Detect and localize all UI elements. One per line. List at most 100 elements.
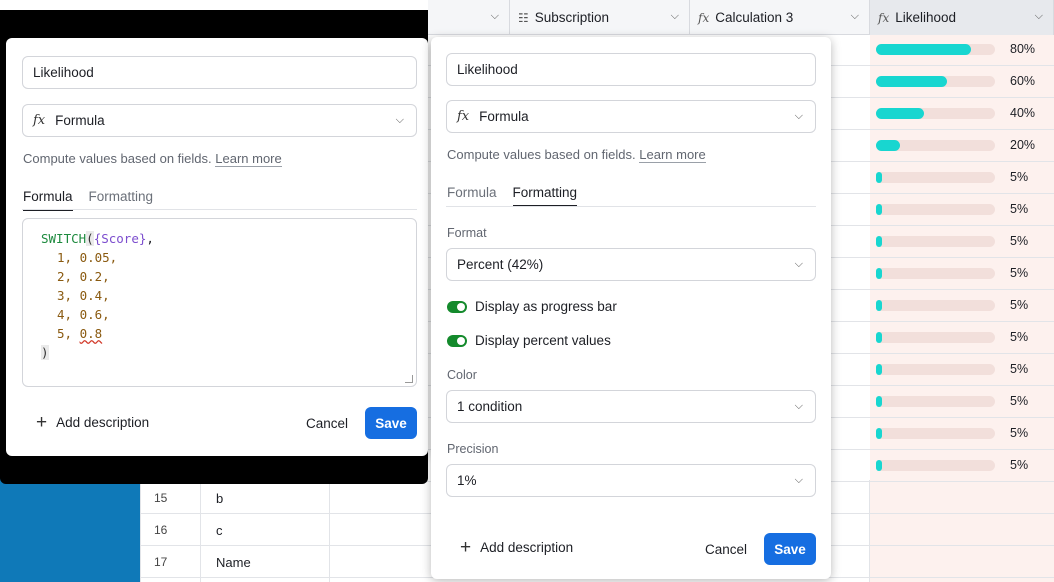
progress-percent-label: 5% <box>1010 330 1029 344</box>
fx-icon: fx <box>878 10 890 25</box>
likelihood-cell[interactable]: 5% <box>876 232 1046 252</box>
progress-bar-track <box>876 172 995 183</box>
row-number: 17 <box>154 555 168 569</box>
save-button[interactable]: Save <box>365 407 417 439</box>
column-header-label: Subscription <box>534 10 610 25</box>
progress-bar-fill <box>876 140 900 151</box>
save-button[interactable]: Save <box>764 533 816 565</box>
progress-percent-label: 20% <box>1010 138 1036 152</box>
add-description-label: Add description <box>480 540 574 555</box>
likelihood-cell[interactable]: 5% <box>876 264 1046 284</box>
progress-bar-fill <box>876 236 882 247</box>
progress-bar-fill <box>876 44 971 55</box>
column-divider <box>329 480 330 582</box>
precision-value: 1% <box>457 473 477 488</box>
progress-percent-label: 5% <box>1010 362 1029 376</box>
column-header-label: Calculation 3 <box>715 10 794 25</box>
cancel-button[interactable]: Cancel <box>705 542 747 557</box>
progress-bar-track <box>876 332 995 343</box>
progress-percent-label: 5% <box>1010 266 1029 280</box>
color-select[interactable]: 1 condition ⌵ <box>446 390 816 423</box>
likelihood-cell[interactable]: 5% <box>876 456 1046 476</box>
progress-percent-label: 5% <box>1010 170 1029 184</box>
helper-text: Compute values based on fields. Learn mo… <box>23 151 282 167</box>
code-line: 1, 0.05, <box>57 250 118 265</box>
list-icon: ☷ <box>518 10 529 25</box>
formula-editor[interactable]: SWITCH({Score}, 1, 0.05, 2, 0.2, 3, 0.4,… <box>22 218 417 387</box>
column-header-calculation-3[interactable]: fx Calculation 3 ⌵ <box>690 0 870 35</box>
add-description-button[interactable]: + Add description <box>460 538 573 557</box>
likelihood-cell[interactable]: 5% <box>876 424 1046 444</box>
tab-formatting[interactable]: Formatting <box>512 185 578 207</box>
likelihood-cell[interactable]: 5% <box>876 296 1046 316</box>
progress-bar-track <box>876 108 995 119</box>
learn-more-link[interactable]: Learn more <box>215 151 282 167</box>
progress-bar-track <box>876 300 995 311</box>
progress-bar-track <box>876 396 995 407</box>
progress-bar-fill <box>876 332 882 343</box>
progress-bar-track <box>876 236 995 247</box>
tab-divider <box>446 206 816 207</box>
field-name-value: Likelihood <box>457 62 518 77</box>
progress-percent-label: 5% <box>1010 458 1029 472</box>
chevron-down-icon: ⌵ <box>395 114 404 126</box>
progress-bar-fill <box>876 172 882 183</box>
percent-values-toggle-row: Display percent values <box>447 333 611 348</box>
tab-formula[interactable]: Formula <box>447 185 497 207</box>
code-line: 4, 0.6, <box>57 307 110 322</box>
column-divider <box>869 480 870 582</box>
progress-bar-fill <box>876 76 947 87</box>
learn-more-link[interactable]: Learn more <box>639 147 706 163</box>
chevron-down-icon[interactable]: ⌵ <box>1035 10 1043 23</box>
progress-bar-toggle[interactable] <box>447 300 467 313</box>
chevron-down-icon[interactable]: ⌵ <box>671 10 679 23</box>
cell-name[interactable]: c <box>216 523 223 538</box>
field-type-select[interactable]: fx Formula ⌵ <box>446 100 816 133</box>
tab-formatting[interactable]: Formatting <box>89 189 154 211</box>
progress-bar-track <box>876 268 995 279</box>
likelihood-cell[interactable]: 5% <box>876 328 1046 348</box>
likelihood-cell[interactable]: 5% <box>876 168 1046 188</box>
column-header-likelihood[interactable]: fx Likelihood ⌵ <box>870 0 1054 35</box>
cell-name[interactable]: Name <box>216 555 251 570</box>
code-line: SWITCH({Score}, <box>41 229 416 248</box>
chevron-down-icon[interactable]: ⌵ <box>851 10 859 23</box>
color-label: Color <box>447 368 477 382</box>
add-description-button[interactable]: + Add description <box>36 413 149 432</box>
column-divider <box>140 480 141 582</box>
field-name-value: Likelihood <box>33 65 94 80</box>
cell-name[interactable]: b <box>216 491 223 506</box>
progress-bar-fill <box>876 108 924 119</box>
progress-bar-toggle-row: Display as progress bar <box>447 299 617 314</box>
cancel-button[interactable]: Cancel <box>306 416 348 431</box>
likelihood-cell[interactable]: 60% <box>876 72 1046 92</box>
code-field-ref: {Score} <box>93 231 147 246</box>
likelihood-cell[interactable]: 80% <box>876 40 1046 60</box>
progress-percent-label: 60% <box>1010 74 1036 88</box>
likelihood-cell[interactable]: 5% <box>876 360 1046 380</box>
likelihood-cell[interactable]: 20% <box>876 136 1046 156</box>
likelihood-cell[interactable]: 5% <box>876 200 1046 220</box>
field-name-input[interactable]: Likelihood <box>22 56 417 89</box>
code-key: 5, <box>57 326 80 341</box>
plus-icon: + <box>460 537 472 558</box>
column-header-hidden[interactable]: ⌵ <box>428 0 510 35</box>
resize-handle[interactable] <box>405 375 413 383</box>
tab-formula[interactable]: Formula <box>23 189 73 211</box>
progress-bar-fill <box>876 300 882 311</box>
field-type-select[interactable]: fx Formula ⌵ <box>22 104 417 137</box>
chevron-down-icon[interactable]: ⌵ <box>491 10 499 23</box>
progress-bar-track <box>876 140 995 151</box>
format-select[interactable]: Percent (42%) ⌵ <box>446 248 816 281</box>
field-name-input[interactable]: Likelihood <box>446 53 816 86</box>
percent-values-toggle[interactable] <box>447 334 467 347</box>
fx-icon: fx <box>698 10 710 25</box>
chevron-down-icon: ⌵ <box>794 474 803 486</box>
likelihood-cell[interactable]: 40% <box>876 104 1046 124</box>
editor-tabs: Formula Formatting <box>447 185 578 207</box>
likelihood-cell[interactable]: 5% <box>876 392 1046 412</box>
progress-bar-fill <box>876 428 882 439</box>
precision-select[interactable]: 1% ⌵ <box>446 464 816 497</box>
add-description-label: Add description <box>56 415 150 430</box>
column-header-subscription[interactable]: ☷ Subscription ⌵ <box>510 0 690 35</box>
